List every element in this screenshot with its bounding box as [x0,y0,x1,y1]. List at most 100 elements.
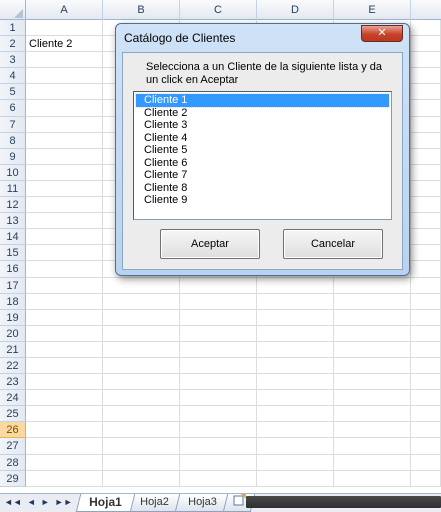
row-header[interactable]: 5 [0,84,26,101]
grid-cell[interactable] [411,406,441,423]
row-header[interactable]: 8 [0,132,26,149]
grid-cell[interactable] [257,325,334,342]
grid-cell[interactable] [103,422,180,439]
grid-cell[interactable] [26,454,103,471]
grid-cell[interactable] [180,374,257,391]
column-header-f[interactable] [411,0,441,20]
row-header[interactable]: 14 [0,229,26,246]
grid-cell[interactable] [411,180,441,198]
column-header-a[interactable]: A [26,0,103,20]
grid-cell[interactable] [411,357,441,375]
row-header[interactable]: 22 [0,357,26,375]
grid-cell[interactable] [411,84,441,101]
grid-cell[interactable] [26,213,103,230]
row-header[interactable]: 1 [0,20,26,37]
grid-cell[interactable] [334,390,411,407]
row-header[interactable]: 11 [0,180,26,198]
grid-cell[interactable] [257,341,334,358]
select-all-corner[interactable] [0,0,26,20]
row-header[interactable]: 29 [0,470,26,487]
tab-hoja3[interactable]: Hoja3 [174,494,230,512]
grid-cell[interactable] [103,341,180,358]
tab-hoja1[interactable]: Hoja1 [75,494,135,512]
grid-cell[interactable] [334,277,411,294]
grid-cell[interactable] [411,341,441,358]
first-sheet-button[interactable]: ◄◄ [4,494,22,511]
row-header[interactable]: 28 [0,454,26,471]
grid-cell[interactable] [26,422,103,439]
grid-cell[interactable] [103,357,180,375]
grid-cell[interactable] [257,422,334,439]
grid-cell[interactable] [103,293,180,310]
grid-cell[interactable] [411,197,441,214]
list-item[interactable]: Cliente 6 [136,157,389,170]
accept-button[interactable]: Aceptar [160,229,260,259]
grid-cell[interactable] [411,277,441,294]
row-header[interactable]: 27 [0,438,26,455]
row-header[interactable]: 17 [0,277,26,294]
list-item[interactable]: Cliente 1 [135,93,390,108]
grid-cell[interactable] [411,132,441,149]
row-header[interactable]: 10 [0,164,26,181]
next-sheet-button[interactable]: ► [41,494,50,511]
grid-cell[interactable] [334,325,411,342]
row-header[interactable]: 2 [0,36,26,53]
row-header[interactable]: 24 [0,390,26,407]
grid-cell[interactable] [180,422,257,439]
row-header[interactable]: 23 [0,374,26,391]
grid-cell[interactable] [26,325,103,342]
grid-cell[interactable] [180,341,257,358]
grid-cell[interactable] [411,100,441,117]
grid-cell[interactable] [411,164,441,181]
close-button[interactable]: ✕ [361,25,403,42]
last-sheet-button[interactable]: ►► [55,494,73,511]
grid-cell[interactable] [180,454,257,471]
grid-cell[interactable] [257,374,334,391]
grid-cell[interactable] [26,68,103,85]
grid-cell[interactable] [334,341,411,358]
grid-cell[interactable] [103,374,180,391]
grid-cell[interactable] [103,309,180,326]
grid-cell[interactable] [26,341,103,358]
row-header[interactable]: 21 [0,341,26,358]
client-listbox[interactable]: Cliente 1 Cliente 2 Cliente 3 Cliente 4 Clie… [133,91,392,220]
cancel-button[interactable]: Cancelar [283,229,383,259]
list-item[interactable]: Cliente 9 [136,194,389,207]
grid-cell[interactable] [411,52,441,69]
grid-cell[interactable] [334,406,411,423]
row-header[interactable]: 4 [0,68,26,85]
grid-cell[interactable] [411,470,441,487]
grid-cell[interactable] [411,438,441,455]
grid-cell[interactable] [257,438,334,455]
grid-cell[interactable]: Cliente 2 [26,36,103,53]
grid-cell[interactable] [334,438,411,455]
grid-cell[interactable] [334,357,411,375]
grid-cell[interactable] [334,422,411,439]
grid-cell[interactable] [180,309,257,326]
column-header-b[interactable]: B [103,0,180,20]
prev-sheet-button[interactable]: ◄ [27,494,36,511]
row-header[interactable]: 19 [0,309,26,326]
grid-cell[interactable] [411,374,441,391]
row-header[interactable]: 13 [0,213,26,230]
list-item[interactable]: Cliente 3 [136,119,389,132]
grid-cell[interactable] [180,325,257,342]
row-header[interactable]: 18 [0,293,26,310]
grid-cell[interactable] [257,357,334,375]
column-header-e[interactable]: E [334,0,411,20]
grid-cell[interactable] [411,422,441,439]
grid-cell[interactable] [26,20,103,37]
grid-cell[interactable] [103,454,180,471]
grid-cell[interactable] [411,261,441,278]
grid-cell[interactable] [26,245,103,262]
grid-cell[interactable] [103,406,180,423]
grid-cell[interactable] [103,470,180,487]
grid-cell[interactable] [334,374,411,391]
column-header-c[interactable]: C [180,0,257,20]
grid-cell[interactable] [26,84,103,101]
row-header[interactable]: 7 [0,116,26,133]
grid-cell[interactable] [180,470,257,487]
grid-cell[interactable] [411,293,441,310]
grid-cell[interactable] [257,406,334,423]
grid-cell[interactable] [180,390,257,407]
